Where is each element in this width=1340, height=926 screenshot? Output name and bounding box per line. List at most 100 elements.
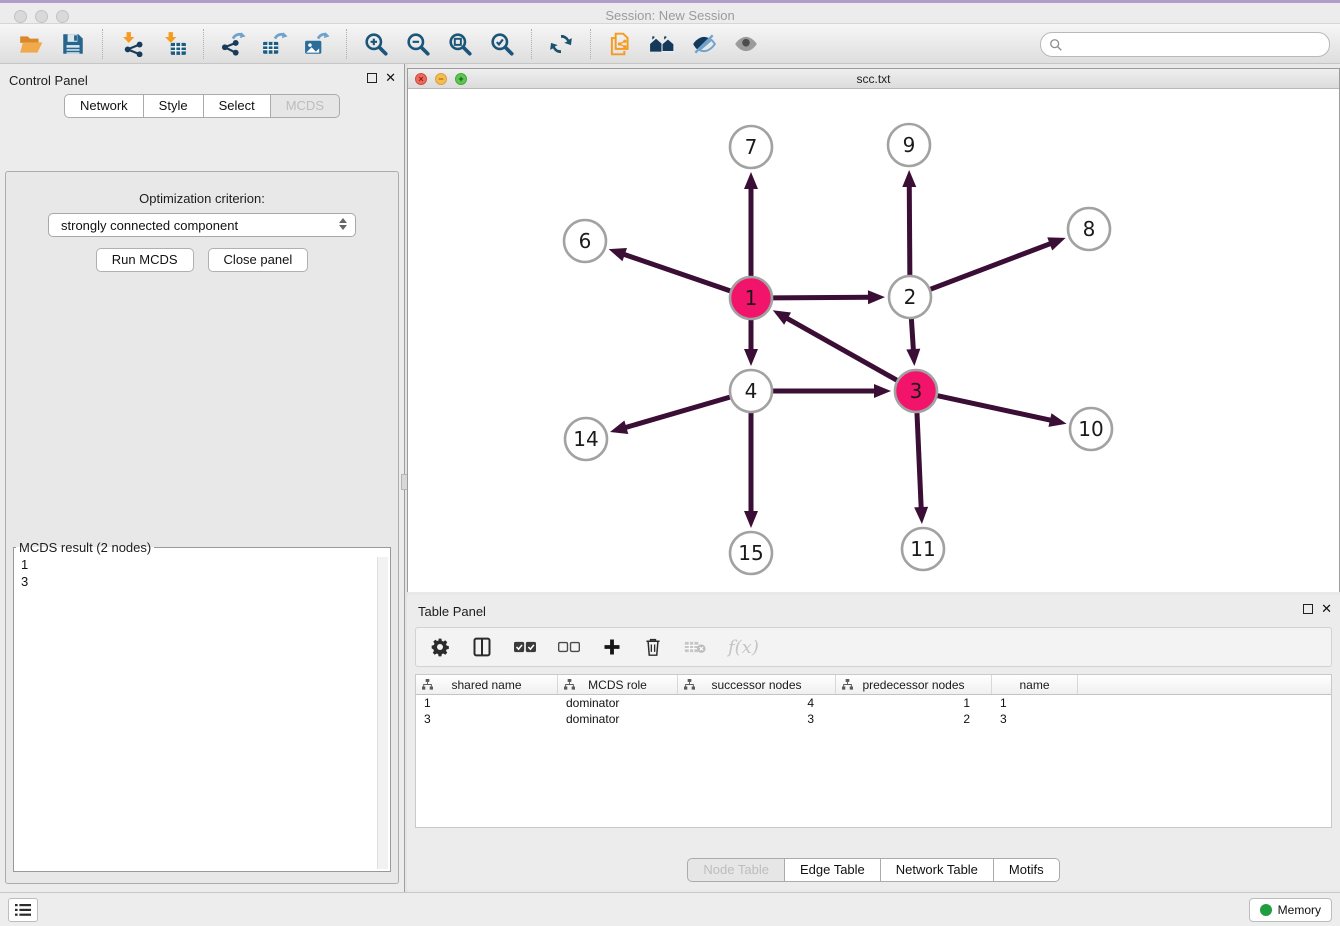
network-graph: 7968124314101511 [408, 89, 1339, 592]
graph-node-label: 9 [903, 133, 916, 157]
tab-style[interactable]: Style [143, 94, 204, 118]
open-session-icon[interactable] [14, 29, 48, 59]
table-row[interactable]: 1dominator411 [416, 695, 1331, 711]
export-table-icon[interactable] [258, 29, 292, 59]
list-icon [15, 903, 31, 917]
select-arrows-icon [339, 218, 347, 230]
application-window: Session: New Session [0, 0, 1340, 926]
mcds-result-list: 13 [14, 555, 390, 590]
task-history-button[interactable] [8, 898, 38, 922]
search-icon [1049, 38, 1063, 52]
close-table-panel-icon[interactable]: ✕ [1321, 604, 1332, 614]
search-field[interactable] [1040, 32, 1330, 57]
clone-network-icon[interactable] [603, 29, 637, 59]
column-header-successor-nodes[interactable]: successor nodes [678, 675, 836, 694]
refresh-icon[interactable] [544, 29, 578, 59]
cell-name: 3 [992, 711, 1078, 727]
save-session-icon[interactable] [56, 29, 90, 59]
graph-edge-3-1[interactable] [785, 317, 897, 380]
unselect-all-icon[interactable] [558, 640, 580, 654]
column-header-shared-name[interactable]: shared name [416, 675, 558, 694]
control-panel: Control Panel ✕ NetworkStyleSelectMCDS O… [0, 64, 404, 892]
graph-edge-1-2[interactable] [773, 297, 871, 298]
edge-arrowhead [744, 172, 758, 189]
search-input[interactable] [1063, 37, 1329, 52]
hide-selected-eye-icon[interactable] [687, 29, 721, 59]
mcds-result-line: 1 [21, 556, 390, 573]
tab-mcds[interactable]: MCDS [270, 94, 340, 118]
toolbar-separator [590, 29, 591, 59]
edge-arrowhead [902, 170, 916, 187]
optimization-criterion-select[interactable]: strongly connected component [48, 213, 356, 237]
close-panel-button[interactable]: Close panel [208, 248, 309, 272]
tab-node-table[interactable]: Node Table [687, 858, 785, 882]
network-window-title: scc.txt [408, 72, 1339, 86]
edge-arrowhead [744, 349, 758, 366]
import-table-icon[interactable] [157, 29, 191, 59]
graph-edge-3-11[interactable] [917, 413, 921, 510]
graph-edge-2-9[interactable] [909, 184, 910, 275]
cell-MCDS-role: dominator [558, 695, 678, 711]
toolbar-separator [346, 29, 347, 59]
cell-successor-nodes: 4 [678, 695, 836, 711]
show-all-eye-icon[interactable] [729, 29, 763, 59]
select-all-icon[interactable] [514, 640, 536, 654]
export-image-icon[interactable] [300, 29, 334, 59]
table-tabs: Node TableEdge TableNetwork TableMotifs [407, 858, 1340, 882]
edge-arrowhead [610, 421, 628, 434]
main-titlebar: Session: New Session [0, 0, 1340, 24]
gear-icon[interactable] [430, 637, 450, 657]
network-window-titlebar[interactable]: × − + scc.txt [408, 69, 1339, 89]
graph-edge-3-10[interactable] [937, 396, 1052, 421]
optimization-criterion-label: Optimization criterion: [6, 191, 398, 206]
columns-icon[interactable] [472, 637, 492, 657]
zoom-in-icon[interactable] [359, 29, 393, 59]
tab-edge-table[interactable]: Edge Table [784, 858, 881, 882]
table-header-row: shared nameMCDS rolesuccessor nodesprede… [416, 675, 1331, 695]
memory-button[interactable]: Memory [1249, 898, 1332, 922]
add-row-icon[interactable] [602, 637, 622, 657]
delete-table-icon[interactable] [684, 639, 706, 655]
graph-node-label: 10 [1078, 417, 1103, 441]
graph-edge-2-3[interactable] [911, 319, 913, 352]
tab-motifs[interactable]: Motifs [993, 858, 1060, 882]
zoom-fit-icon[interactable] [443, 29, 477, 59]
float-table-panel-icon[interactable] [1303, 604, 1313, 614]
column-header-predecessor-nodes[interactable]: predecessor nodes [836, 675, 992, 694]
home-layout-icon[interactable] [645, 29, 679, 59]
network-canvas[interactable]: 7968124314101511 [408, 89, 1339, 592]
tab-network-table[interactable]: Network Table [880, 858, 994, 882]
graph-edge-1-6[interactable] [622, 254, 730, 291]
graph-node-label: 15 [738, 541, 763, 565]
result-scrollbar[interactable] [377, 557, 388, 869]
graph-edge-2-8[interactable] [931, 243, 1053, 289]
mcds-result-box: MCDS result (2 nodes) 13 [13, 540, 391, 872]
cell-MCDS-role: dominator [558, 711, 678, 727]
cell-shared-name: 1 [416, 695, 558, 711]
graph-node-label: 4 [745, 379, 758, 403]
zoom-out-icon[interactable] [401, 29, 435, 59]
network-view-window: × − + scc.txt 7968124314101511 [407, 68, 1340, 592]
float-panel-icon[interactable] [367, 73, 377, 83]
mcds-result-line: 3 [21, 573, 390, 590]
edge-arrowhead [868, 290, 885, 304]
export-network-icon[interactable] [216, 29, 250, 59]
tab-network[interactable]: Network [64, 94, 144, 118]
cell-name: 1 [992, 695, 1078, 711]
tab-select[interactable]: Select [203, 94, 271, 118]
run-mcds-button[interactable]: Run MCDS [96, 248, 194, 272]
close-panel-icon[interactable]: ✕ [385, 73, 396, 83]
column-header-name[interactable]: name [992, 675, 1078, 694]
edge-arrowhead [874, 384, 891, 398]
zoom-selected-icon[interactable] [485, 29, 519, 59]
delete-row-icon[interactable] [644, 637, 662, 657]
cell-predecessor-nodes: 1 [836, 695, 992, 711]
graph-node-label: 11 [910, 537, 935, 561]
function-builder-icon[interactable]: f(x) [728, 637, 759, 658]
column-header-MCDS-role[interactable]: MCDS role [558, 675, 678, 694]
node-table[interactable]: shared nameMCDS rolesuccessor nodesprede… [415, 674, 1332, 828]
edge-arrowhead [1047, 237, 1065, 250]
table-row[interactable]: 3dominator323 [416, 711, 1331, 727]
import-network-icon[interactable] [115, 29, 149, 59]
graph-edge-4-14[interactable] [623, 397, 729, 428]
